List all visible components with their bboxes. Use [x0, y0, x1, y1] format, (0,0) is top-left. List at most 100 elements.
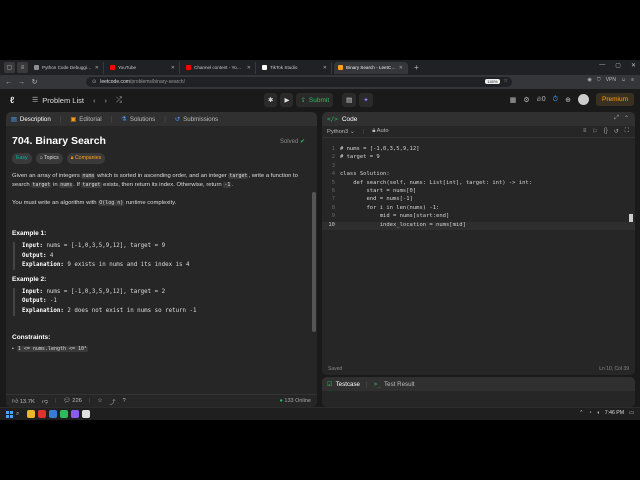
debug-icon[interactable]: ✱ — [264, 93, 278, 107]
test-tabs: ☑ Testcase | >_ Test Result — [322, 377, 635, 391]
braces-icon[interactable]: {} — [604, 128, 608, 135]
vertical-tabs-icon[interactable]: ≡ — [17, 62, 28, 73]
tab-submissions[interactable]: ↺ Submissions — [175, 116, 218, 123]
desc-text: . — [231, 182, 234, 189]
app-icon[interactable] — [82, 410, 90, 418]
star-icon[interactable]: ☆ — [97, 398, 102, 404]
reset-icon[interactable]: ↺ — [614, 128, 619, 135]
bullet-icon: • — [12, 345, 14, 352]
share-icon[interactable]: ⤴ — [110, 397, 116, 406]
close-window-icon[interactable]: ✕ — [631, 62, 636, 69]
submit-button[interactable]: ⇪ Submit — [296, 93, 334, 107]
clock[interactable]: 7:46 PM — [605, 410, 624, 416]
bookmark-icon[interactable]: ☆ — [504, 78, 508, 84]
tab-test-result[interactable]: >_ Test Result — [374, 381, 415, 388]
wifi-icon[interactable]: ◔ — [588, 410, 591, 416]
close-tab-icon[interactable]: ✕ — [171, 65, 175, 71]
browser-tab[interactable]: Channel content - YouTube St✕ — [182, 61, 256, 74]
editor-scrollbar[interactable] — [629, 214, 633, 222]
streak-counter[interactable]: 🔥︎0 — [537, 96, 546, 104]
browser-tab[interactable]: Python Code Debugging ✕ — [30, 61, 104, 74]
app-icon[interactable] — [71, 410, 79, 418]
problem-title[interactable]: 704. Binary Search — [12, 135, 305, 147]
example-input: Input: nums = [-1,0,3,5,9,12], target = … — [22, 242, 305, 251]
language-select[interactable]: Python3 ⌄ — [327, 129, 355, 135]
tab-editorial[interactable]: ▣ Editorial — [70, 116, 101, 123]
vpn-button[interactable]: VPN — [606, 77, 616, 83]
maximize-panel-icon[interactable]: ⤢ — [614, 115, 619, 122]
code-editor[interactable]: 1 # nums = [-1,0,3,5,9,12] 2 # target = 9 … — [322, 138, 635, 348]
check-box-icon: ☑ — [327, 380, 333, 388]
zoom-badge[interactable]: 140% — [485, 78, 500, 84]
tab-actions-icon[interactable]: ▢ — [4, 62, 15, 73]
browser-tab[interactable]: TikTok Studio ✕ — [258, 61, 332, 74]
chevron-up-icon[interactable]: ⌃ — [579, 410, 583, 416]
minimize-icon[interactable]: — — [599, 62, 605, 69]
windows-start-icon[interactable] — [6, 411, 13, 418]
next-problem-icon[interactable]: › — [104, 96, 107, 105]
run-button[interactable]: ▶ — [280, 93, 294, 107]
auto-mode-toggle[interactable]: 🔒︎ Auto — [372, 128, 388, 135]
close-tab-icon[interactable]: ✕ — [399, 65, 403, 71]
prev-problem-icon[interactable]: ‹ — [93, 96, 96, 105]
description-scrollbar[interactable] — [312, 192, 316, 332]
shuffle-icon[interactable]: ⤮ — [116, 95, 122, 105]
layout-icon[interactable]: ▦ — [510, 96, 517, 104]
timer-icon[interactable]: ⏱ — [553, 96, 558, 104]
problem-tags: Easy ⌂ Topics 🔒︎ Companies — [12, 153, 305, 164]
close-tab-icon[interactable]: ✕ — [323, 65, 327, 71]
example-2-title: Example 2: — [12, 276, 47, 284]
comments-button[interactable]: 💬︎ 226 — [63, 398, 82, 404]
leetcode-logo-icon[interactable]: ℓ — [10, 95, 14, 105]
search-icon[interactable]: ⌕ — [16, 411, 19, 418]
notes-icon[interactable]: ▤ — [342, 93, 357, 107]
close-tab-icon[interactable]: ✕ — [95, 65, 99, 71]
notifications-icon[interactable]: ▭ — [629, 410, 634, 416]
collapse-panel-icon[interactable]: ⌃ — [624, 115, 629, 122]
camera-icon[interactable]: ◉ — [588, 77, 592, 83]
back-icon[interactable]: ← — [5, 79, 12, 86]
help-icon[interactable]: ? — [122, 398, 125, 404]
app-icon[interactable] — [49, 410, 57, 418]
fullscreen-icon[interactable]: ⛶ — [625, 128, 629, 135]
url-input[interactable]: ⊙ leetcode.com/problems/binary-search/ 1… — [86, 77, 512, 87]
profile-icon[interactable]: ☺ — [621, 77, 626, 83]
app-icon[interactable] — [60, 410, 68, 418]
line-number: 3 — [331, 162, 335, 169]
browser-tab-active[interactable]: Binary Search - LeetCode ✕ — [334, 61, 408, 74]
volume-icon[interactable]: ◖ — [597, 410, 600, 416]
editor-actions: ≡ ⚐ {} ↺ ⛶ — [583, 128, 629, 135]
tab-testcase[interactable]: ☑ Testcase — [327, 381, 360, 388]
premium-button[interactable]: Premium — [595, 93, 634, 106]
footer-divider: | — [88, 398, 91, 404]
topics-tag[interactable]: ⌂ Topics — [35, 153, 63, 164]
ai-sparkle-icon[interactable]: ✦ — [359, 93, 373, 107]
menu-icon[interactable]: ≡ — [631, 77, 634, 83]
file-explorer-icon[interactable] — [27, 410, 35, 418]
site-info-icon[interactable]: ⊙ — [92, 79, 96, 85]
close-tab-icon[interactable]: ✕ — [247, 65, 251, 71]
settings-icon[interactable]: ⚙ — [523, 96, 529, 104]
dislike-icon[interactable]: 👎︎ — [42, 398, 48, 405]
like-button[interactable]: 👍︎ 13.7K — [12, 398, 35, 405]
tab-solutions[interactable]: ⚗ Solutions — [121, 116, 155, 123]
code-line: 7 end = nums[-1] — [322, 196, 635, 204]
browser-tab[interactable]: YouTube ✕ — [106, 61, 180, 74]
forward-icon[interactable]: → — [18, 79, 25, 86]
companies-tag[interactable]: 🔒︎ Companies — [66, 153, 106, 164]
avatar[interactable] — [577, 94, 589, 105]
tab-description[interactable]: ▤ Description — [11, 116, 51, 123]
shield-icon[interactable]: ⛉ — [597, 77, 601, 83]
test-panel: ☑ Testcase | >_ Test Result — [322, 377, 635, 407]
problem-body: 704. Binary Search Solved ✔ Easy ⌂ Topic… — [6, 126, 311, 394]
problem-list-link[interactable]: Problem List — [42, 96, 84, 105]
format-icon[interactable]: ≡ — [583, 128, 587, 135]
new-tab-icon[interactable]: + — [410, 63, 423, 72]
maximize-icon[interactable]: ▢ — [615, 62, 621, 69]
bookmark-icon[interactable]: ⚐ — [592, 128, 597, 135]
tab-favicon-icon — [34, 65, 39, 70]
app-icon[interactable] — [38, 410, 46, 418]
upload-icon: ⇪ — [300, 97, 306, 104]
user-add-icon[interactable]: ⊕ — [565, 96, 571, 104]
reload-icon[interactable]: ↻ — [31, 78, 38, 86]
